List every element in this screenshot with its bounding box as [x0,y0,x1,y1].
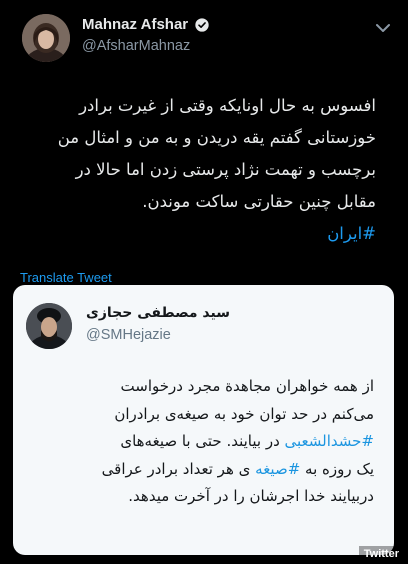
quoted-author-name[interactable]: سید مصطفی حجازی [86,305,230,321]
author-avatar[interactable] [22,14,70,62]
twitter-watermark: Twitter [358,546,404,562]
quoted-text-line: دربیایند خدا اجرشان را در آخرت میدهد. [29,483,374,511]
quoted-text-line: از همه خواهران مجاهدة مجرد درخواست [29,373,374,401]
verified-badge-icon [195,17,209,32]
quoted-tweet-text: از همه خواهران مجاهدة مجرد درخواست می‌کنم… [29,373,374,511]
quoted-text-line: می‌کنم در حد توان خود به صیغه‌ی برادران [29,401,374,429]
quoted-text-segment: در بیایند. حتی با صیغه‌های [120,432,285,450]
quoted-text-segment: ی هر تعداد برادر عراقی [101,459,256,478]
chevron-down-icon[interactable] [375,22,391,34]
tweet-text-line: برچسب و تهمت نژاد پرستی زدن اما حالا در [75,160,376,179]
quoted-text-segment: یک روزه به [300,459,374,478]
quoted-text-line: #حشدالشعبی در بیایند. حتی با صیغه‌های [29,428,374,456]
author-handle[interactable]: @AfsharMahnaz [82,38,190,54]
quoted-text-segment: از همه خواهران مجاهدة مجرد درخواست [120,377,374,395]
quoted-text-segment: می‌کنم در حد توان خود به صیغه‌ی برادران [114,404,374,423]
tweet-text: افسوس به حال اونایکه وقتی از غیرت برادر … [16,90,376,250]
author-display-name[interactable]: Mahnaz Afshar [82,16,188,33]
tweet-text-line: مقابل چنین حقارتی ساکت موندن. [142,192,376,211]
tweet: Mahnaz Afshar @AfsharMahnaz افسوس به حال… [0,0,408,564]
hashtag-link[interactable]: #صیغه [255,460,300,478]
hashtag-link[interactable]: #ایران [16,218,376,250]
tweet-text-line: افسوس به حال اونایکه وقتی از غیرت برادر [79,96,376,115]
quoted-text-segment: دربیایند خدا اجرشان را در آخرت میدهد. [128,487,374,505]
quoted-text-line: یک روزه به #صیغه ی هر تعداد برادر عراقی [29,456,374,484]
translate-tweet-link[interactable]: Translate Tweet [20,270,112,285]
quoted-author-handle[interactable]: @SMHejazie [86,327,171,343]
quoted-author-avatar[interactable] [26,303,72,349]
tweet-text-line: خوزستانی گفتم یقه دریدن و به من و امثال … [57,128,376,147]
hashtag-link[interactable]: #حشدالشعبی [285,432,374,450]
quoted-tweet-card[interactable]: سید مصطفی حجازی @SMHejazie از همه خواهرا… [13,285,394,555]
